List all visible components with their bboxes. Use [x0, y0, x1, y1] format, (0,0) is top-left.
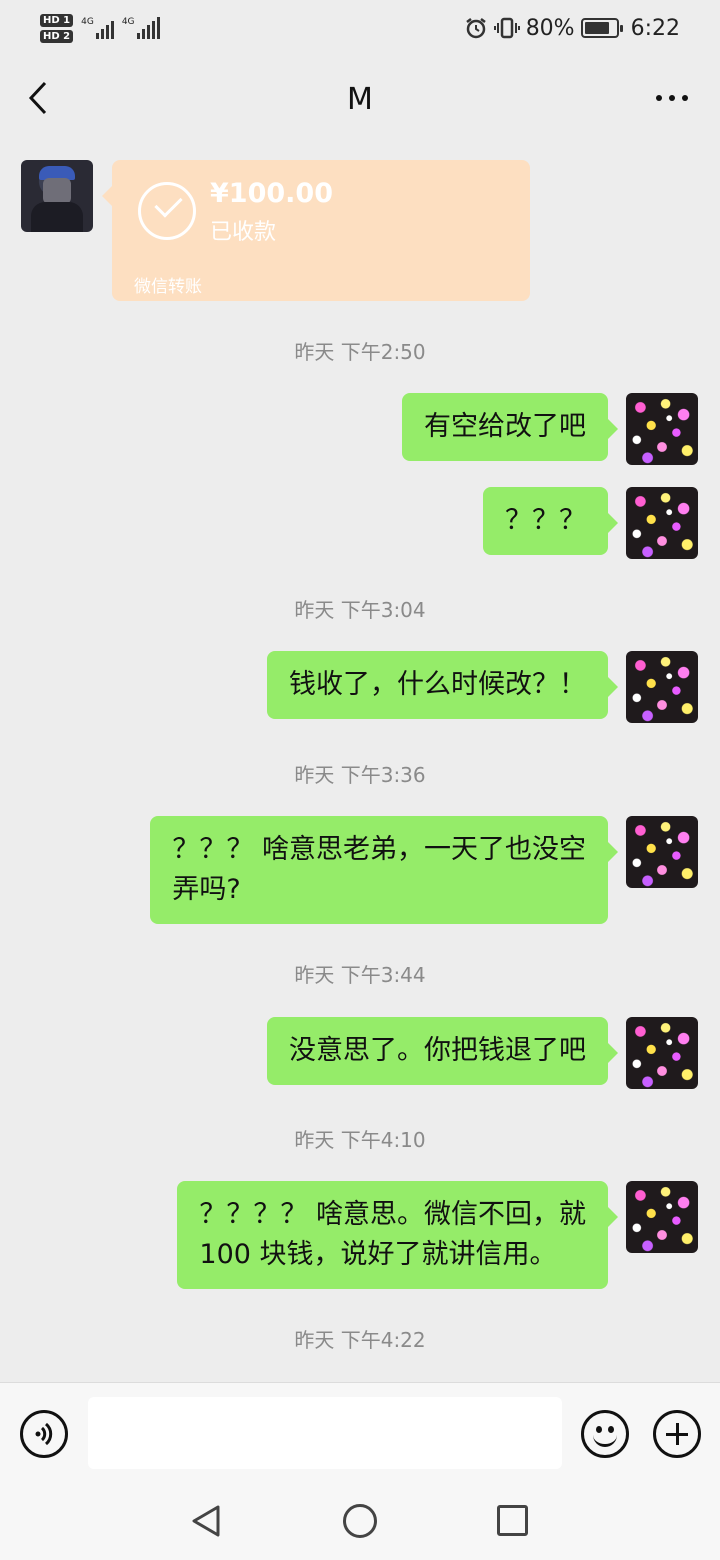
timestamp: 昨天 下午3:44 — [294, 963, 426, 987]
nav-back-icon[interactable] — [190, 1504, 222, 1538]
signal-icon: 4G — [81, 17, 114, 39]
more-functions-button[interactable] — [653, 1410, 701, 1458]
message-bubble[interactable]: 有空给改了吧 — [402, 393, 618, 461]
emoji-button[interactable] — [581, 1410, 629, 1458]
my-avatar[interactable] — [626, 816, 698, 888]
network-type-1: 4G — [81, 17, 94, 27]
transfer-status: 已收款 — [210, 220, 277, 245]
battery-percent: 80% — [525, 15, 575, 41]
message-list[interactable]: ¥100.00 已收款 微信转账 昨天 下午2:50 有空给改了吧 ？？？ 昨天… — [0, 142, 720, 1382]
more-options-button[interactable] — [650, 82, 694, 114]
vibrate-icon — [493, 17, 520, 39]
my-avatar[interactable] — [626, 651, 698, 723]
status-bar: HD 1 HD 2 4G 4G 80% 6:22 — [0, 0, 720, 56]
clock: 6:22 — [630, 15, 680, 41]
emoji-mouth-icon — [593, 1433, 617, 1447]
signal-icon: 4G — [122, 17, 160, 39]
emoji-eye-icon — [596, 1426, 602, 1433]
more-dot-icon — [682, 95, 688, 101]
voice-button[interactable] — [20, 1410, 68, 1458]
message-input[interactable] — [88, 1397, 562, 1469]
hd1-badge: HD 1 — [40, 13, 74, 27]
my-avatar[interactable] — [626, 1017, 698, 1089]
my-avatar[interactable] — [626, 393, 698, 465]
transfer-card[interactable]: ¥100.00 已收款 微信转账 — [102, 160, 530, 301]
system-navigation-bar — [0, 1482, 720, 1560]
battery-icon — [580, 18, 623, 38]
my-avatar[interactable] — [626, 1181, 698, 1253]
hd2-badge: HD 2 — [40, 29, 74, 43]
more-dot-icon — [669, 95, 675, 101]
check-circle-icon — [138, 182, 196, 240]
peer-avatar[interactable] — [21, 160, 93, 232]
input-bar — [0, 1382, 720, 1482]
message-bubble[interactable]: 钱收了，什么时候改？！ — [267, 651, 618, 719]
chevron-left-icon — [28, 81, 47, 115]
timestamp: 昨天 下午3:04 — [294, 598, 426, 622]
nav-home-icon[interactable] — [343, 1504, 377, 1538]
chat-header: M — [0, 56, 720, 142]
timestamp: 昨天 下午4:22 — [294, 1328, 426, 1352]
timestamp: 昨天 下午4:10 — [294, 1128, 426, 1152]
transfer-label: 微信转账 — [134, 277, 202, 297]
network-type-2: 4G — [121, 17, 135, 27]
transfer-amount: ¥100.00 — [210, 178, 333, 209]
message-bubble[interactable]: ？？？？ 啥意思。微信不回，就 100 块钱，说好了就讲信用。 — [177, 1181, 618, 1289]
battery-fill — [584, 22, 609, 34]
timestamp: 昨天 下午3:36 — [294, 763, 426, 787]
voice-icon — [35, 1422, 53, 1446]
message-bubble[interactable]: 没意思了。你把钱退了吧 — [267, 1017, 618, 1085]
timestamp: 昨天 下午2:50 — [294, 340, 426, 364]
nav-recent-apps-icon[interactable] — [497, 1505, 528, 1536]
status-right: 80% 6:22 — [464, 16, 680, 41]
more-dot-icon — [656, 95, 662, 101]
message-bubble[interactable]: ？？？ — [483, 487, 618, 555]
back-button[interactable] — [18, 76, 58, 120]
my-avatar[interactable] — [626, 487, 698, 559]
alarm-icon — [465, 18, 486, 39]
status-left: HD 1 HD 2 4G 4G — [40, 13, 160, 43]
emoji-eye-icon — [608, 1426, 614, 1433]
message-bubble[interactable]: ？？？ 啥意思老弟，一天了也没空 弄吗? — [150, 816, 618, 924]
chat-title: M — [347, 81, 373, 117]
hd-indicators: HD 1 HD 2 — [40, 13, 74, 43]
